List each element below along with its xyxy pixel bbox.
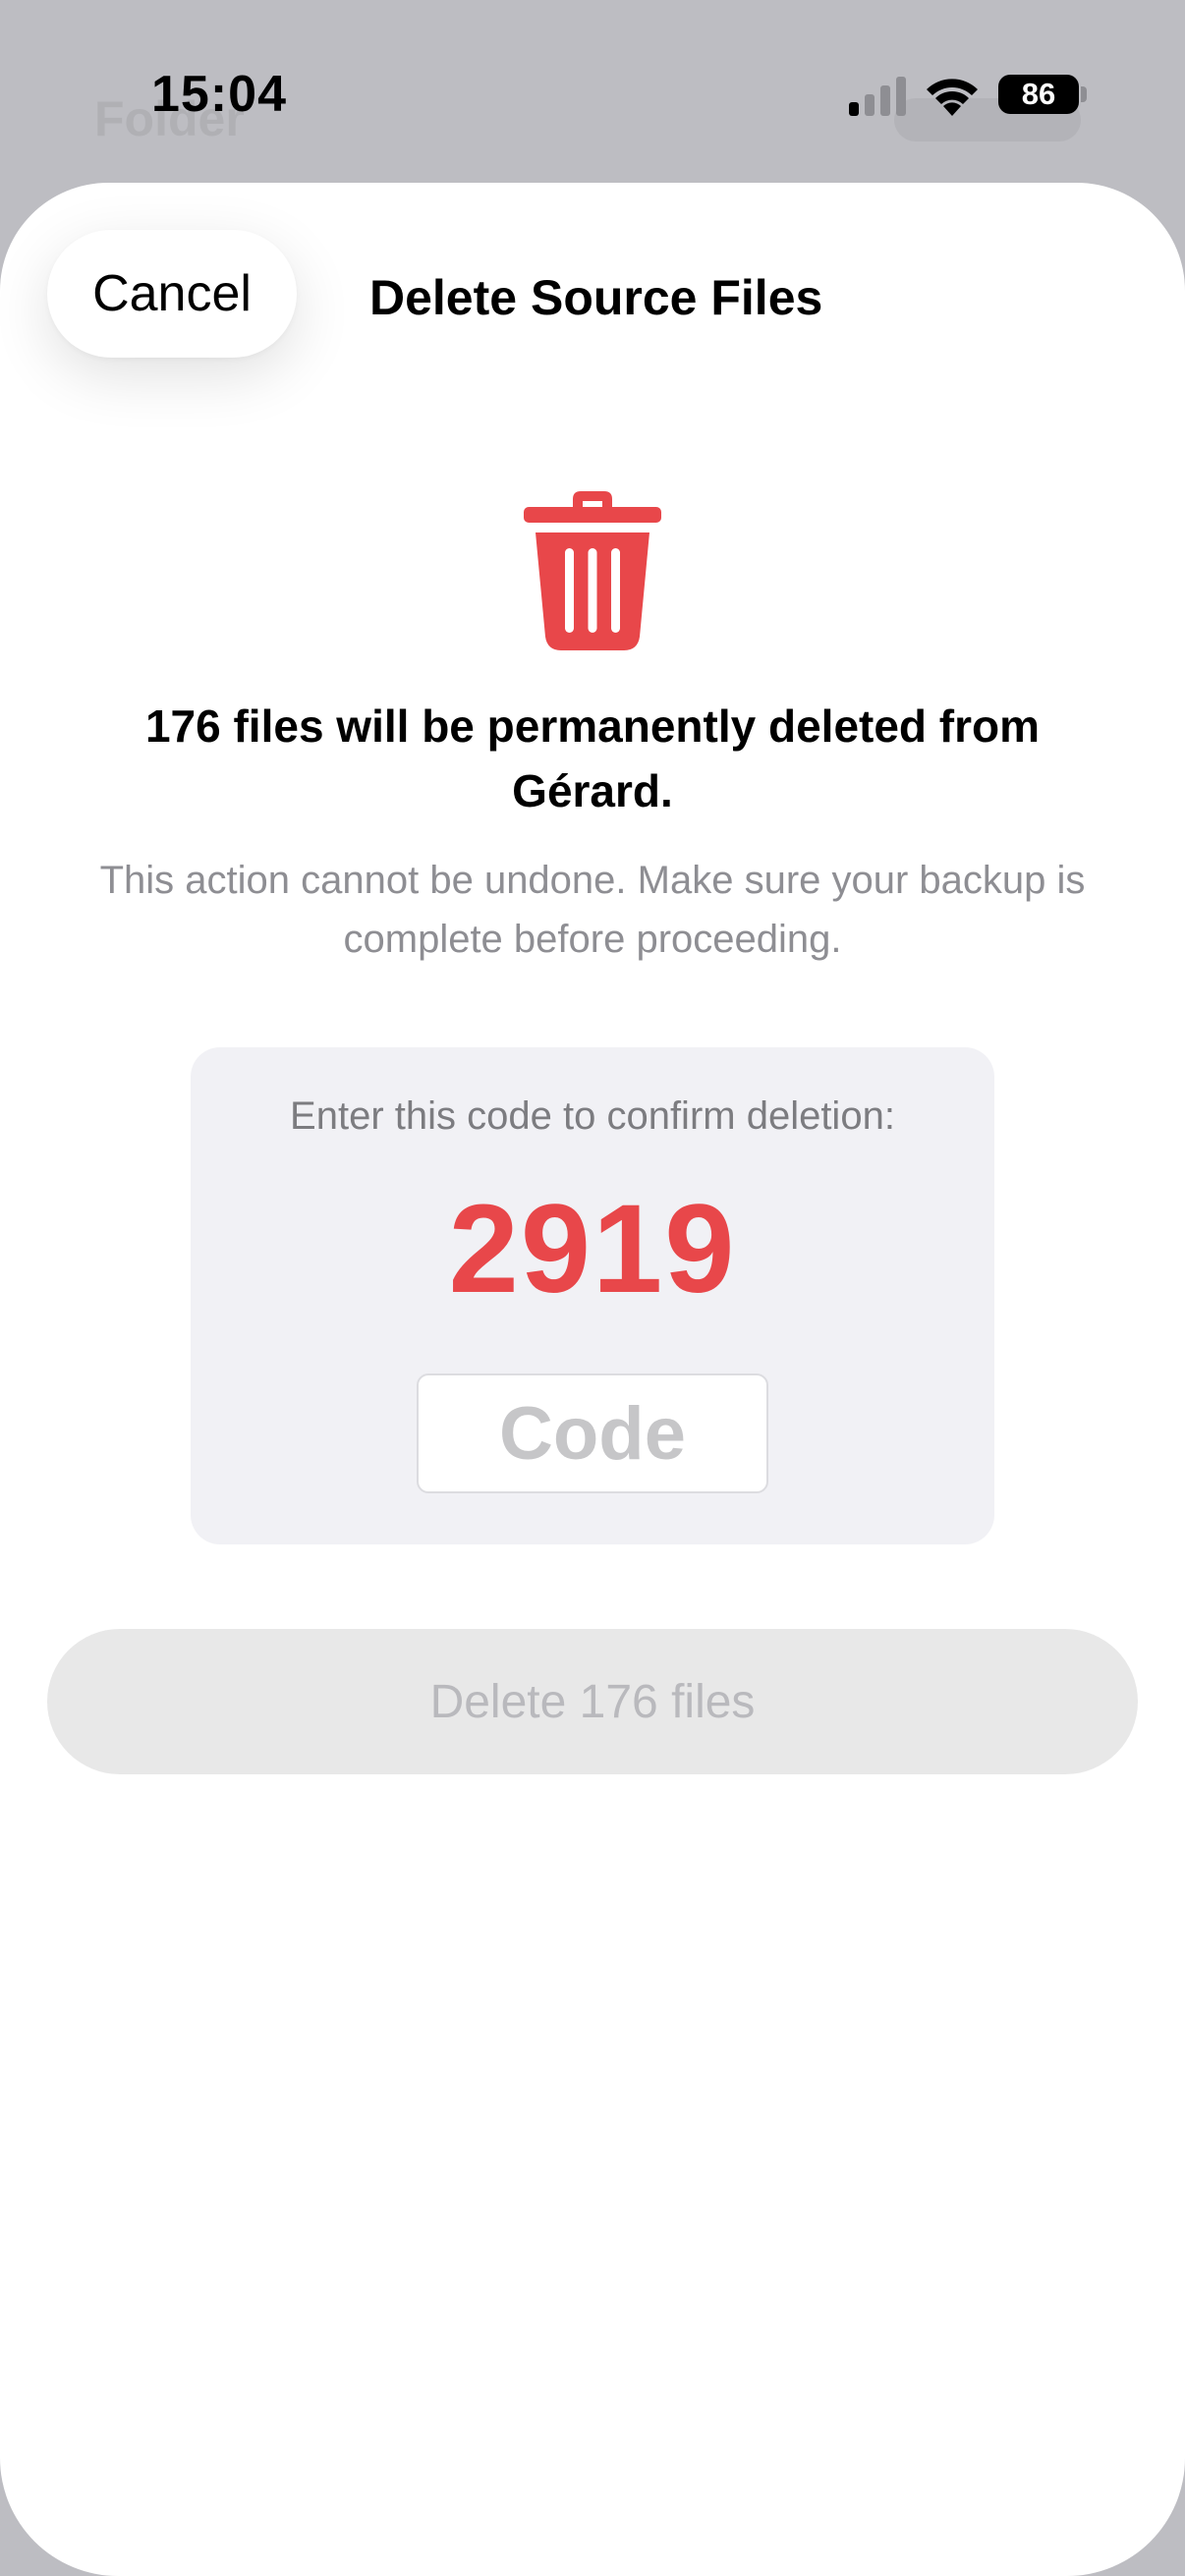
wifi-icon bbox=[927, 79, 978, 116]
status-time: 15:04 bbox=[151, 66, 287, 123]
confirmation-code: 2919 bbox=[448, 1179, 737, 1319]
code-instruction: Enter this code to confirm deletion: bbox=[290, 1094, 895, 1138]
battery-level: 86 bbox=[1021, 77, 1056, 111]
delete-sheet: Cancel Delete Source Files 176 files wil… bbox=[0, 183, 1185, 2576]
trash-icon bbox=[524, 491, 661, 650]
battery-tip bbox=[1081, 86, 1087, 102]
delete-files-button[interactable]: Delete 176 files bbox=[47, 1629, 1138, 1774]
battery-icon: 86 bbox=[998, 75, 1079, 114]
code-input[interactable] bbox=[417, 1373, 768, 1493]
status-bar: Folder 15:04 86 bbox=[0, 0, 1185, 187]
confirmation-card: Enter this code to confirm deletion: 291… bbox=[191, 1047, 994, 1544]
sheet-title: Delete Source Files bbox=[369, 270, 823, 325]
deletion-headline: 176 files will be permanently deleted fr… bbox=[144, 700, 1041, 816]
cancel-button[interactable]: Cancel bbox=[47, 230, 297, 358]
warning-text: This action cannot be undone. Make sure … bbox=[99, 859, 1086, 961]
cellular-signal-icon bbox=[849, 77, 906, 116]
